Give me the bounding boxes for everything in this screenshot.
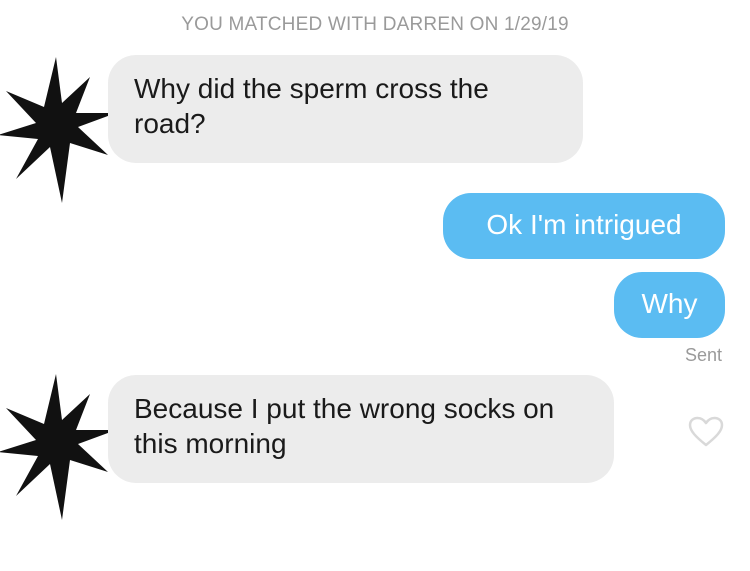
chat-thread: YOU MATCHED WITH DARREN ON 1/29/19 Why d… xyxy=(0,0,750,571)
heart-outline-icon[interactable] xyxy=(688,416,724,448)
message-bubble-received[interactable]: Why did the sperm cross the road? xyxy=(108,55,583,163)
message-text: Why did the sperm cross the road? xyxy=(134,73,489,139)
redacted-avatar-icon[interactable] xyxy=(0,55,118,205)
message-bubble-received[interactable]: Because I put the wrong socks on this mo… xyxy=(108,375,614,483)
message-text: Because I put the wrong socks on this mo… xyxy=(134,393,555,459)
message-text: Why xyxy=(641,288,698,319)
message-bubble-sent[interactable]: Why xyxy=(614,272,725,338)
match-banner: YOU MATCHED WITH DARREN ON 1/29/19 xyxy=(181,14,569,35)
redacted-avatar-icon[interactable] xyxy=(0,372,118,522)
message-bubble-sent[interactable]: Ok I'm intrigued xyxy=(443,193,725,259)
message-text: Ok I'm intrigued xyxy=(486,209,682,240)
delivery-status: Sent xyxy=(684,345,722,365)
